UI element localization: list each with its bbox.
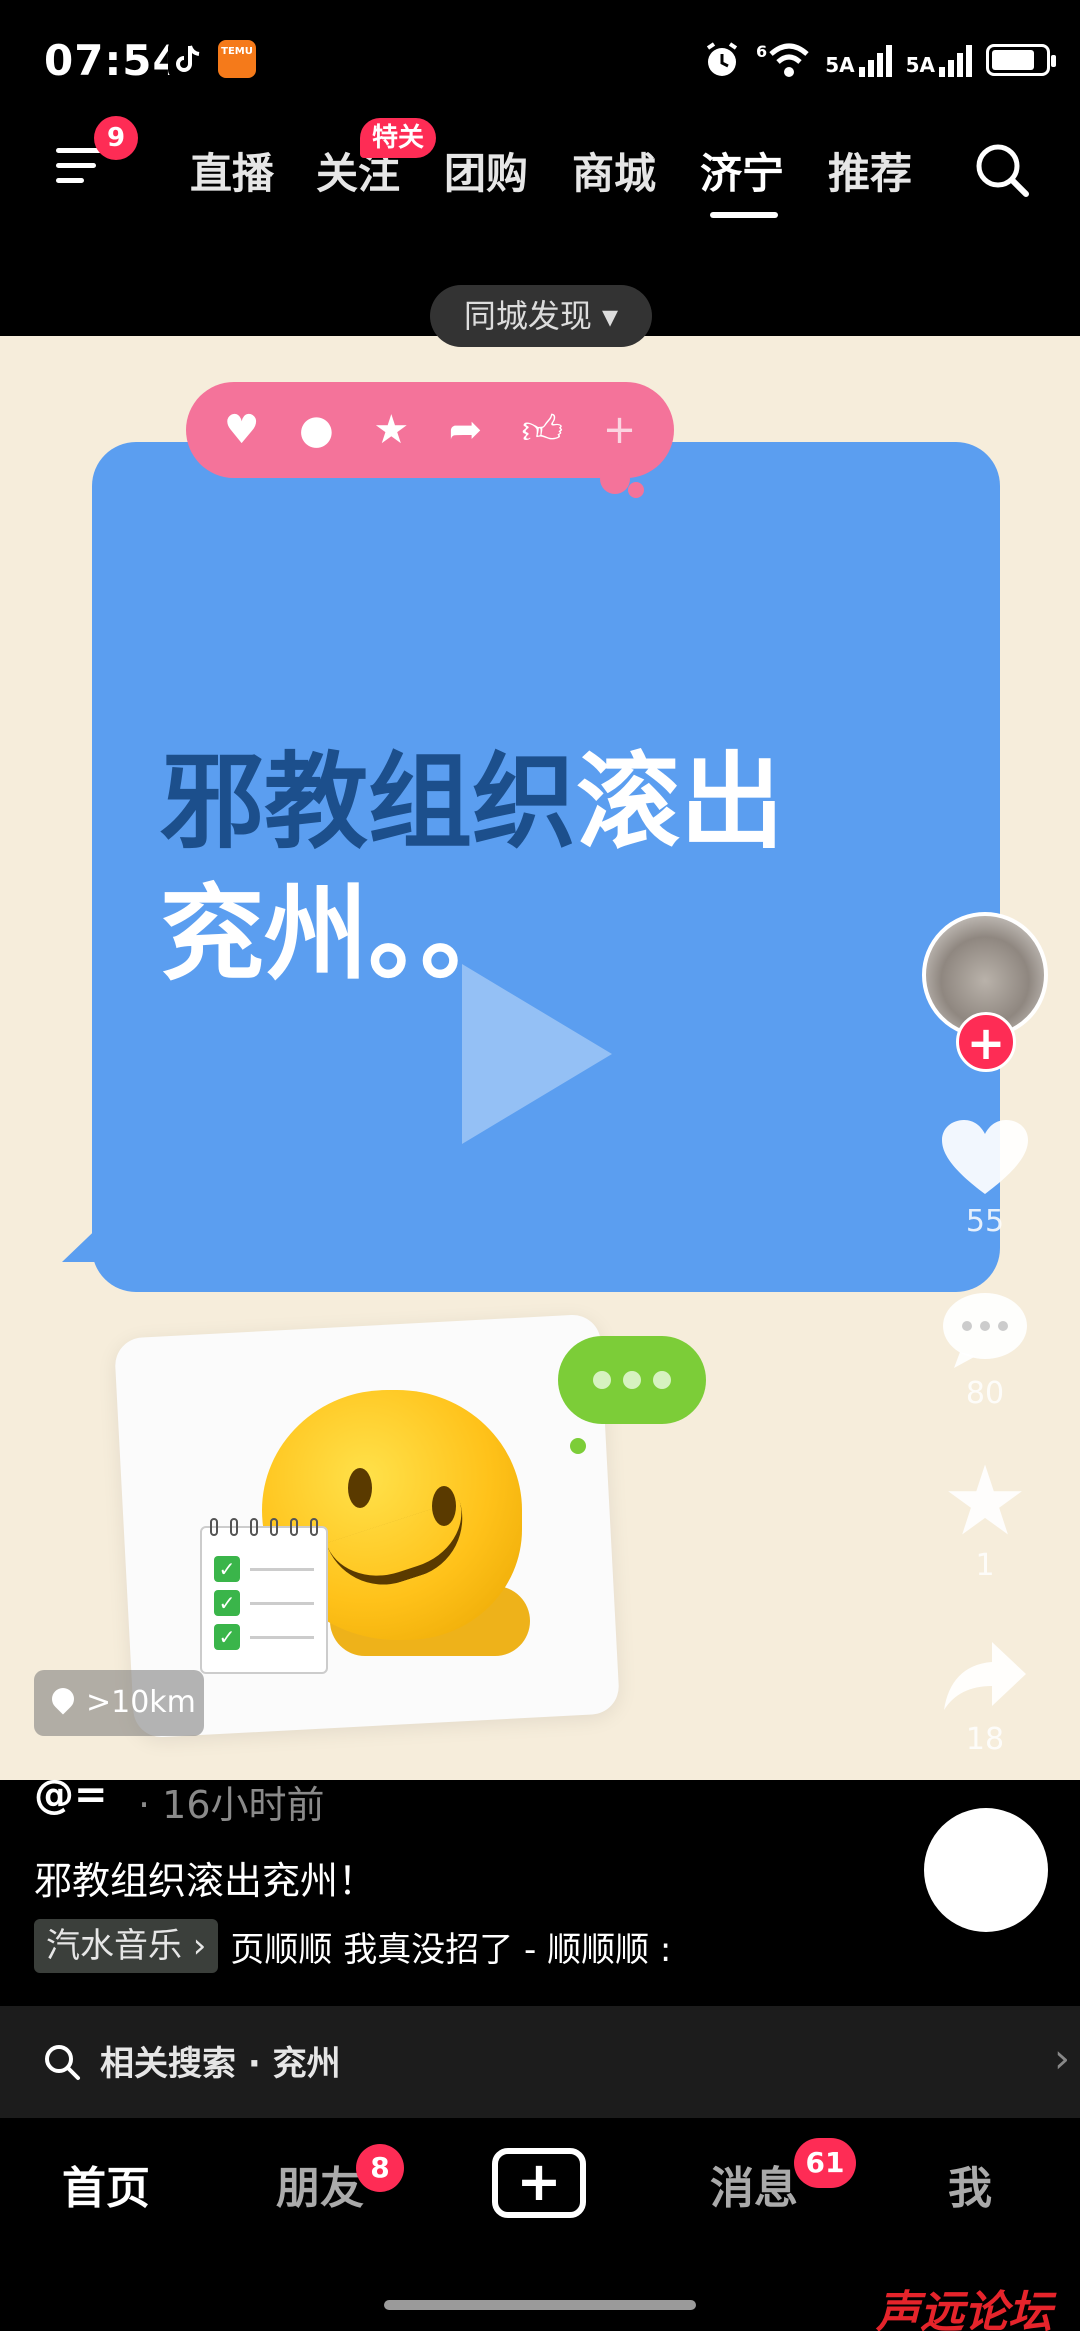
post-info: @= · 16小时前 邪教组织滚出兖州！ 汽水音乐 › 页顺顺 我真没招了 - … xyxy=(0,1772,1080,2005)
checklist-icon: ✓ ✓ ✓ xyxy=(200,1518,328,1674)
heart-icon: ♥ xyxy=(223,407,260,453)
create-button[interactable]: + xyxy=(492,2148,586,2218)
following-badge: 特关 xyxy=(360,118,437,158)
share-arrow-icon xyxy=(944,1642,1026,1710)
tab-mall[interactable]: 商城 xyxy=(572,140,656,201)
reaction-bubble-dot-small xyxy=(628,482,644,498)
star-icon: ★ xyxy=(373,407,410,453)
music-disc-icon[interactable] xyxy=(924,1808,1048,1932)
video-player[interactable]: ♥ ● ★ ➦ 👍︎ + 邪教组织滚出 兖州。。 ✓ ✓ ✓ >10km xyxy=(0,336,1080,1780)
typing-bubble-icon xyxy=(558,1336,706,1424)
active-tab-indicator xyxy=(710,212,778,218)
play-icon[interactable] xyxy=(462,964,612,1144)
nav-messages[interactable]: 消息 xyxy=(710,2152,798,2216)
share-button[interactable]: 18 xyxy=(930,1636,1040,1757)
clock: 07:54 xyxy=(44,36,183,85)
temu-icon: TEMU xyxy=(218,40,256,78)
plus-icon: + xyxy=(602,407,637,453)
forum-watermark: 声远论坛 xyxy=(876,2287,1052,2331)
search-icon[interactable] xyxy=(972,140,1032,200)
comment-bubble-icon xyxy=(943,1293,1027,1368)
location-tag[interactable]: >10km xyxy=(34,1670,204,1736)
messages-badge: 61 xyxy=(794,2138,856,2188)
comment-button[interactable]: 80 xyxy=(930,1290,1040,1411)
friends-badge: 8 xyxy=(356,2144,404,2192)
search-icon xyxy=(45,2045,80,2080)
location-pin-icon xyxy=(47,1683,79,1715)
like-button[interactable]: 55 xyxy=(930,1118,1040,1239)
headline-dark-part: 邪教组织 xyxy=(160,741,577,863)
tab-live[interactable]: 直播 xyxy=(190,140,274,201)
emoji-eye-left xyxy=(348,1468,372,1508)
follow-plus-button[interactable]: + xyxy=(956,1012,1016,1072)
comment-count: 80 xyxy=(965,1376,1005,1411)
thumbs-up-icon: 👍︎ xyxy=(521,407,564,453)
favorite-star-icon: ★ xyxy=(941,1445,1029,1557)
wifi-icon: 6 xyxy=(756,42,811,78)
location-distance: >10km xyxy=(86,1685,196,1720)
signal-icon-2: 5A xyxy=(906,43,972,77)
related-search-bar[interactable]: 相关搜索 · 兖州 › xyxy=(0,2006,1080,2118)
favorite-button[interactable]: ★ 1 xyxy=(930,1445,1040,1583)
post-time: · 16小时前 xyxy=(138,1783,325,1827)
status-icons: 6 5A 5A xyxy=(702,38,1056,82)
status-bar: 07:54 TEMU 6 5A 5A xyxy=(0,0,1080,110)
city-discover-dropdown[interactable]: 同城发现 ▾ xyxy=(430,285,652,347)
share-count: 18 xyxy=(965,1722,1005,1757)
nav-home[interactable]: 首页 xyxy=(62,2152,150,2216)
video-headline: 邪教组织滚出 兖州。。 xyxy=(160,736,920,1000)
nav-me[interactable]: 我 xyxy=(948,2152,992,2216)
reaction-bubble-dot xyxy=(600,464,630,494)
related-search-label: 相关搜索 · 兖州 xyxy=(100,2044,341,2084)
like-heart-icon xyxy=(942,1120,1028,1194)
battery-icon xyxy=(986,44,1056,76)
menu-badge: 9 xyxy=(94,116,138,160)
headline-white-part-1: 滚出 xyxy=(576,741,785,863)
nav-friends[interactable]: 朋友 xyxy=(276,2152,364,2216)
emoji-mouth xyxy=(326,1499,478,1601)
alarm-icon xyxy=(706,42,738,76)
author-name[interactable]: @= xyxy=(34,1772,108,1818)
tiktok-icon xyxy=(168,40,206,78)
comment-icon: ● xyxy=(298,407,334,453)
like-count: 55 xyxy=(965,1204,1005,1239)
share-icon: ➦ xyxy=(448,407,483,453)
favorite-count: 1 xyxy=(975,1548,995,1583)
reaction-bar: ♥ ● ★ ➦ 👍︎ + xyxy=(186,382,674,478)
music-title: 页顺顺 我真没招了 - 顺顺顺 : xyxy=(230,1929,672,1970)
home-indicator[interactable] xyxy=(384,2300,696,2310)
tab-group-buy[interactable]: 团购 xyxy=(444,140,528,201)
tab-recommend[interactable]: 推荐 xyxy=(828,140,912,201)
tab-local[interactable]: 济宁 xyxy=(700,140,784,201)
chevron-right-icon: › xyxy=(1054,2036,1070,2082)
bubble-tail xyxy=(62,1216,110,1262)
signal-icon-1: 5A xyxy=(825,43,892,77)
typing-bubble-tail xyxy=(570,1438,586,1454)
post-caption: 邪教组织滚出兖州！ xyxy=(34,1859,377,1903)
music-row[interactable]: 汽水音乐 › 页顺顺 我真没招了 - 顺顺顺 : xyxy=(34,1918,671,1974)
menu-icon[interactable] xyxy=(56,148,106,188)
music-source-chip[interactable]: 汽水音乐 › xyxy=(34,1919,219,1973)
